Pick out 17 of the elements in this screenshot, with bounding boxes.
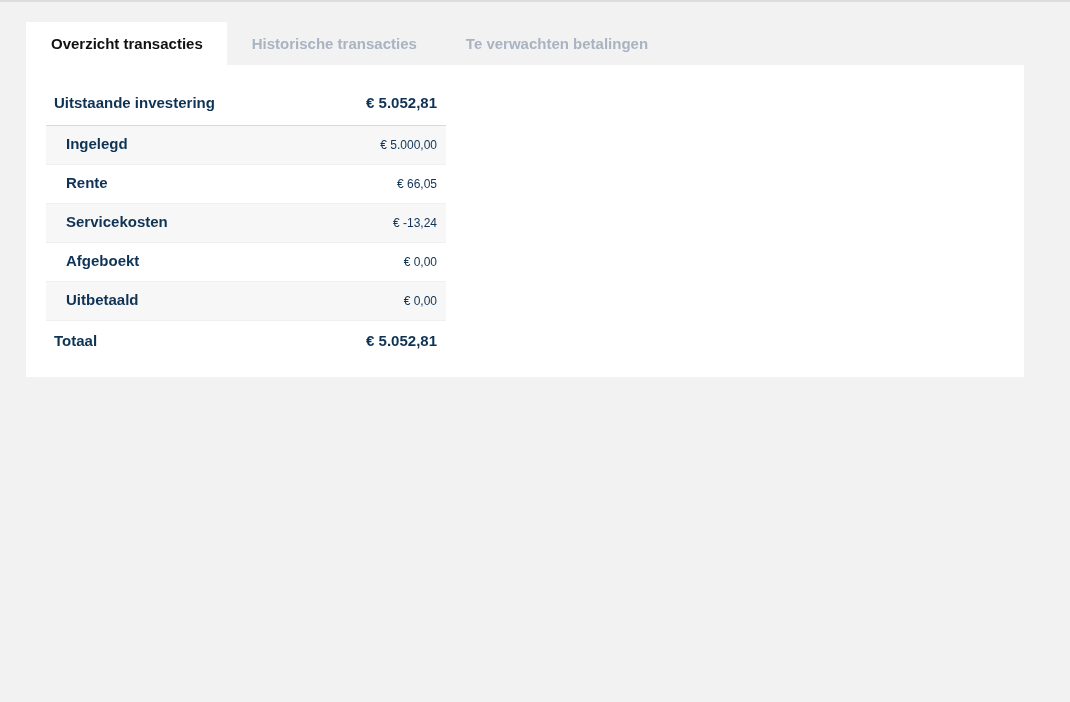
row-label: Uitbetaald <box>66 290 139 311</box>
row-label: Uitstaande investering <box>54 93 215 113</box>
amount: € 0,00 <box>403 253 437 271</box>
total-label: Totaal <box>54 330 98 351</box>
amount: € 5.052,81 <box>366 93 437 113</box>
row-label: Afgeboekt <box>66 251 140 272</box>
tab[interactable]: Historische transacties <box>226 22 441 65</box>
amount: € 5.000,00 <box>380 136 437 154</box>
tab[interactable]: Te verwachten betalingen <box>440 22 673 65</box>
tab[interactable]: Overzicht transacties <box>26 22 227 65</box>
amount: € -13,24 <box>392 214 437 232</box>
amount: € 0,00 <box>403 292 437 310</box>
row-label: Servicekosten <box>66 212 168 233</box>
total-amount: € 5.052,81 <box>366 330 437 351</box>
row-label: Ingelegd <box>66 134 128 155</box>
row-label: Rente <box>66 173 108 194</box>
amount: € 66,05 <box>396 175 437 193</box>
